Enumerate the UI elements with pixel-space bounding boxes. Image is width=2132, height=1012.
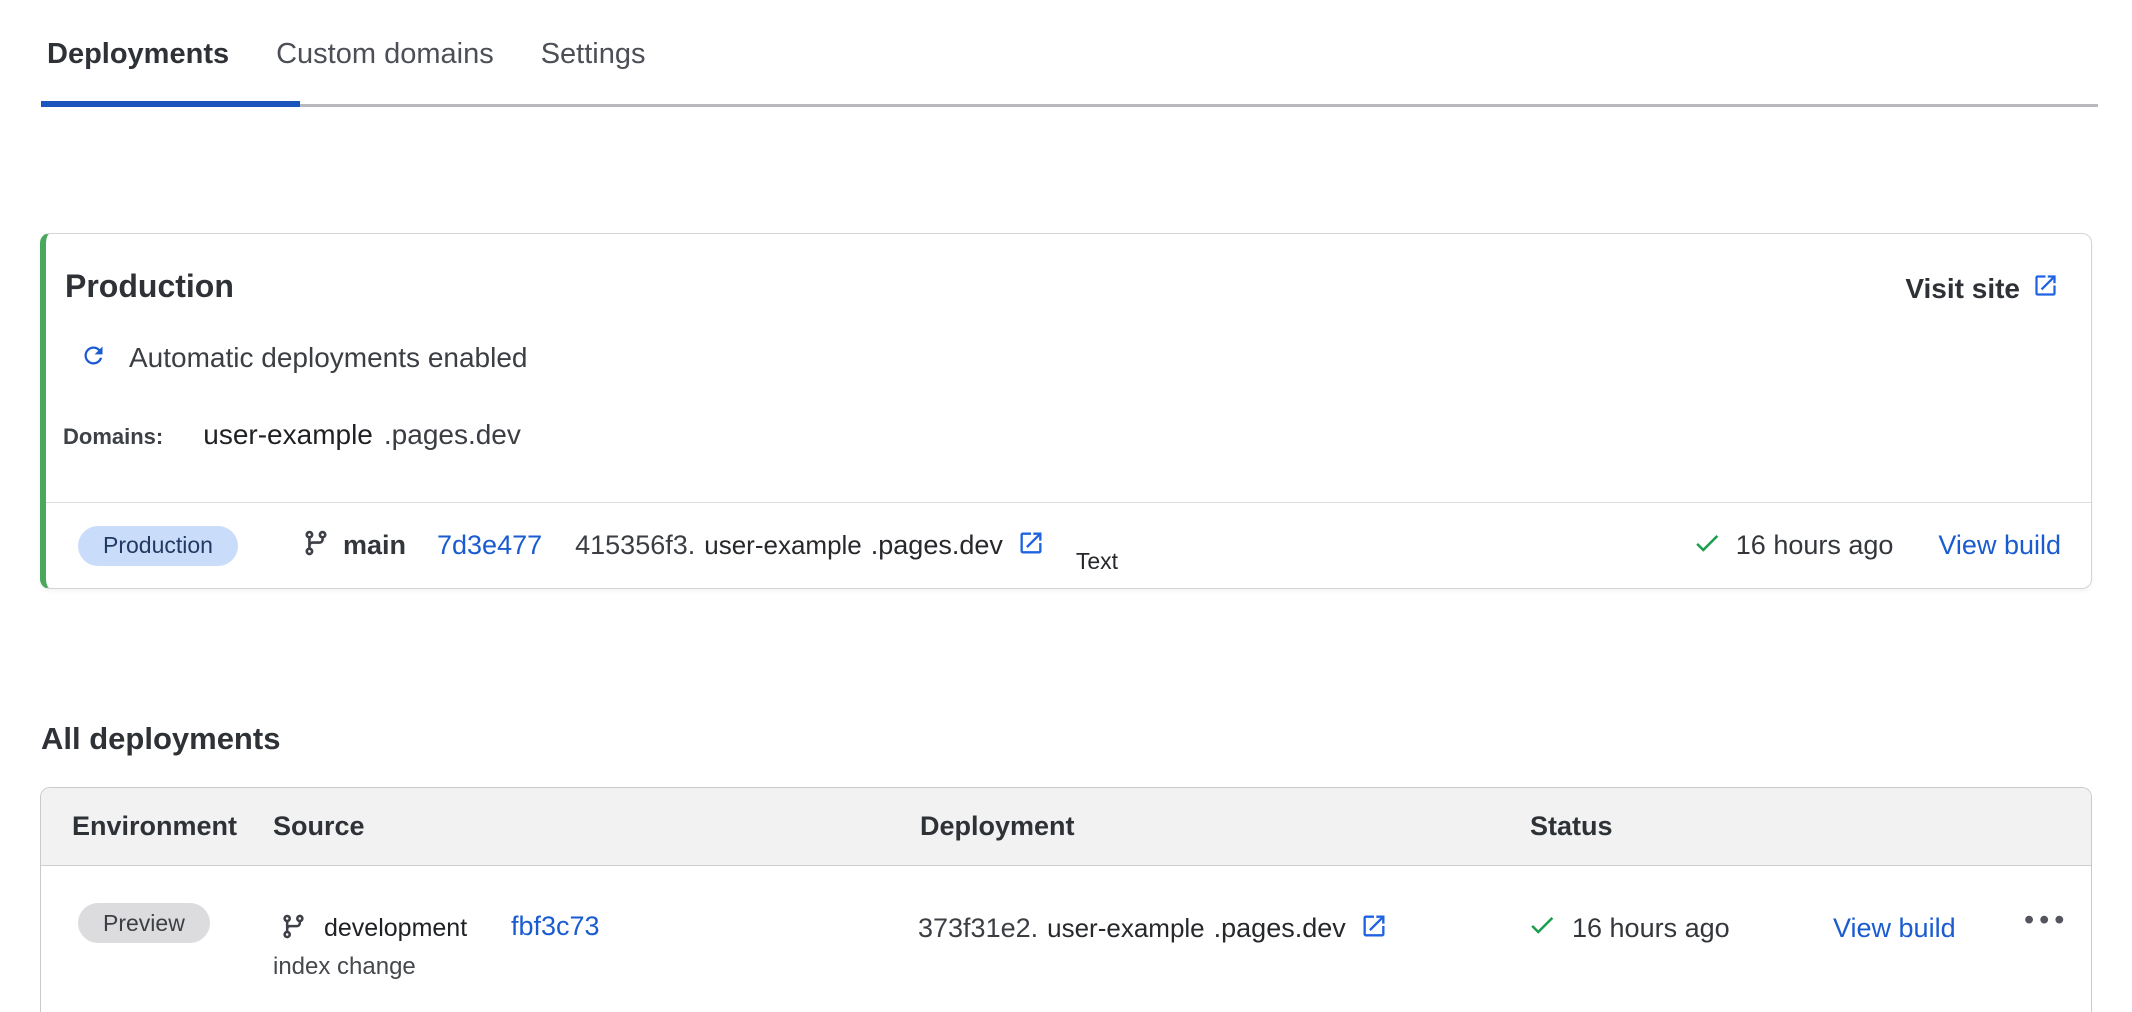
deployment-url-subdomain: user-example	[704, 530, 862, 561]
environment-badge: Preview	[78, 903, 210, 943]
commit-link[interactable]: fbf3c73	[511, 911, 600, 942]
visit-site-label: Visit site	[1905, 273, 2020, 305]
external-link-icon[interactable]	[1360, 912, 1388, 945]
automatic-deployments-text: Automatic deployments enabled	[129, 342, 527, 374]
table-header: Environment Source Deployment Status	[41, 788, 2091, 866]
column-header-deployment: Deployment	[920, 811, 1075, 842]
status-time: 16 hours ago	[1572, 913, 1730, 944]
status-time: 16 hours ago	[1736, 530, 1894, 561]
domain-subdomain: user-example	[203, 419, 373, 451]
tab-bar-divider	[41, 104, 2098, 107]
visit-site-link[interactable]: Visit site	[1905, 272, 2059, 306]
commit-message: index change	[273, 953, 416, 981]
column-header-status: Status	[1530, 811, 1613, 842]
domains-label: Domains:	[63, 424, 163, 450]
production-deployment-row: Production main 7d3e477 415356f3. user-e…	[46, 503, 2091, 588]
view-build-link[interactable]: View build	[1938, 530, 2061, 561]
deployment-url-prefix: 415356f3.	[575, 530, 695, 561]
deployment-url-prefix: 373f31e2.	[918, 913, 1038, 944]
deployment-url-suffix: .pages.dev	[1214, 913, 1346, 944]
refresh-icon	[80, 342, 107, 374]
view-build-link[interactable]: View build	[1833, 913, 1956, 944]
external-link-icon[interactable]	[1017, 529, 1045, 562]
automatic-deployments-row: Automatic deployments enabled	[80, 342, 527, 374]
branch-name: main	[343, 530, 406, 561]
commit-link[interactable]: 7d3e477	[437, 530, 542, 561]
tab-settings[interactable]: Settings	[541, 38, 646, 71]
row-menu-button[interactable]: •••	[2018, 898, 2075, 943]
deployment-url-subdomain: user-example	[1047, 913, 1205, 944]
active-tab-indicator	[41, 101, 300, 107]
text-annotation: Text	[1076, 548, 1118, 575]
all-deployments-title: All deployments	[41, 721, 280, 757]
domains-row: Domains: user-example .pages.dev	[63, 419, 521, 451]
tab-custom-domains[interactable]: Custom domains	[276, 38, 494, 71]
success-check-icon	[1692, 528, 1722, 563]
production-card-title: Production	[65, 268, 234, 305]
external-link-icon	[2032, 272, 2059, 306]
deployment-url: 415356f3. user-example .pages.dev	[575, 529, 1045, 562]
column-header-source: Source	[273, 811, 365, 842]
environment-badge: Production	[78, 526, 238, 566]
production-card: Production Visit site Automatic deployme…	[40, 233, 2092, 589]
deployment-url-suffix: .pages.dev	[871, 530, 1003, 561]
tab-deployments[interactable]: Deployments	[47, 38, 229, 71]
tab-bar: Deployments Custom domains Settings	[47, 38, 646, 71]
domain-suffix: .pages.dev	[384, 419, 521, 451]
git-branch-icon	[280, 913, 307, 945]
success-check-icon	[1527, 910, 1557, 945]
branch-name: development	[324, 914, 467, 943]
git-branch-icon	[302, 529, 330, 562]
table-row: Preview development fbf3c73 index change…	[41, 866, 2091, 1007]
deployments-table: Environment Source Deployment Status Pre…	[40, 787, 2092, 1012]
column-header-environment: Environment	[72, 811, 237, 842]
deployment-url: 373f31e2. user-example .pages.dev	[918, 912, 1388, 945]
